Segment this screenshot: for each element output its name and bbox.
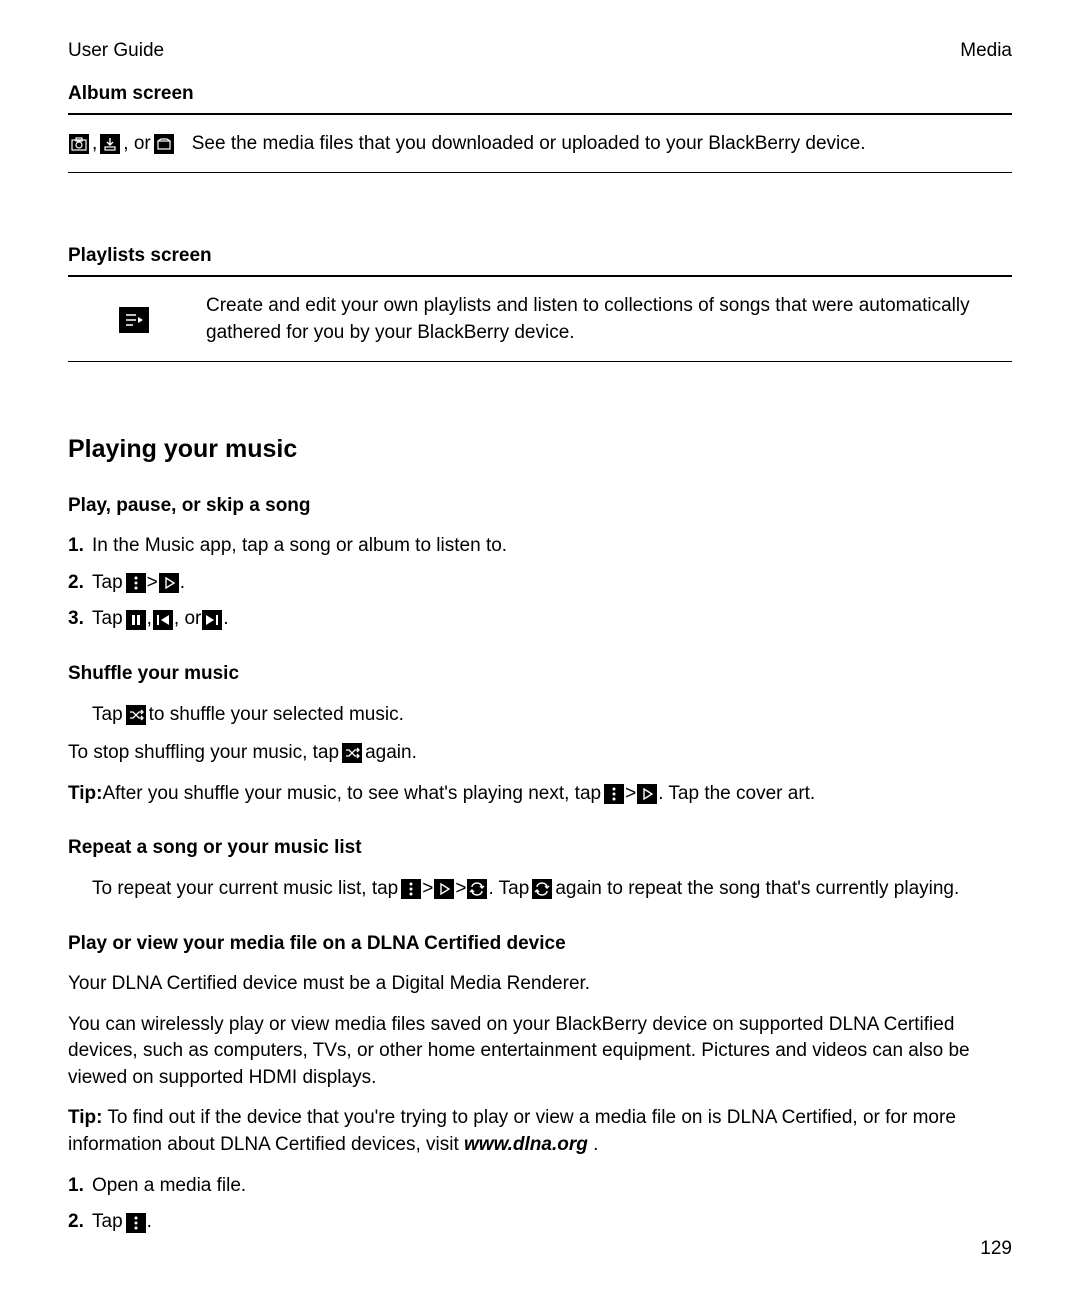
shuffle-line2: To stop shuffling your music, tap again. xyxy=(68,740,1012,767)
header-right: Media xyxy=(960,38,1012,65)
step-num: 1. xyxy=(68,1173,92,1200)
download-icon xyxy=(100,134,120,154)
play-pause-heading: Play, pause, or skip a song xyxy=(68,493,1012,520)
play-outline-icon xyxy=(637,784,657,804)
next-icon xyxy=(202,610,222,630)
dlna-p2: You can wirelessly play or view media fi… xyxy=(68,1012,1012,1092)
step-num: 2. xyxy=(68,570,92,597)
shuffle-tip: Tip: After you shuffle your music, to se… xyxy=(68,781,1012,808)
tip-label: Tip: xyxy=(68,1107,102,1128)
step-text: Open a media file. xyxy=(92,1173,246,1200)
playlists-row: Create and edit your own playlists and l… xyxy=(68,277,1012,360)
step-2: 2. Tap . xyxy=(68,1209,1012,1236)
step-2: 2. Tap > . xyxy=(68,570,1012,597)
step-1: 1. Open a media file. xyxy=(68,1173,1012,1200)
step-text: In the Music app, tap a song or album to… xyxy=(92,533,507,560)
shuffle-heading: Shuffle your music xyxy=(68,661,1012,688)
playlists-heading: Playlists screen xyxy=(68,243,1012,270)
playlist-icon-cell xyxy=(68,307,200,333)
camera-icon xyxy=(69,134,89,154)
sep-or: , or xyxy=(123,131,150,158)
dlna-heading: Play or view your media file on a DLNA C… xyxy=(68,931,1012,958)
dlna-p1: Your DLNA Certified device must be a Dig… xyxy=(68,971,1012,998)
album-desc: See the media files that you downloaded … xyxy=(178,131,1012,158)
more-icon xyxy=(401,879,421,899)
play-outline-icon xyxy=(434,879,454,899)
playlists-desc: Create and edit your own playlists and l… xyxy=(200,293,1012,346)
dlna-url: www.dlna.org xyxy=(464,1134,588,1155)
divider xyxy=(68,172,1012,173)
pause-icon xyxy=(126,610,146,630)
prev-icon xyxy=(153,610,173,630)
dlna-tip: Tip: To find out if the device that you'… xyxy=(68,1105,1012,1158)
repeat-line: To repeat your current music list, tap >… xyxy=(68,876,1012,903)
box-icon xyxy=(154,134,174,154)
playing-music-heading: Playing your music xyxy=(68,432,1012,467)
step-1: 1. In the Music app, tap a song or album… xyxy=(68,533,1012,560)
repeat-heading: Repeat a song or your music list xyxy=(68,835,1012,862)
tip-label: Tip: xyxy=(68,781,102,808)
more-icon xyxy=(126,573,146,593)
dlna-steps: 1. Open a media file. 2. Tap . xyxy=(68,1173,1012,1236)
step-text: Tap . xyxy=(92,1209,152,1236)
more-icon xyxy=(126,1213,146,1233)
step-num: 2. xyxy=(68,1209,92,1236)
step-num: 1. xyxy=(68,533,92,560)
step-num: 3. xyxy=(68,606,92,633)
header-left: User Guide xyxy=(68,38,164,65)
page-header: User Guide Media xyxy=(68,38,1012,65)
album-icons: , , or xyxy=(68,131,175,158)
playlists-section: Playlists screen Create and edit your ow… xyxy=(68,243,1012,362)
shuffle-icon xyxy=(342,743,362,763)
sep: , xyxy=(92,131,97,158)
shuffle-line1: Tap to shuffle your selected music. xyxy=(68,702,1012,729)
play-outline-icon xyxy=(159,573,179,593)
step-text: Tap , , or . xyxy=(92,606,229,633)
play-pause-steps: 1. In the Music app, tap a song or album… xyxy=(68,533,1012,633)
album-screen-heading: Album screen xyxy=(68,81,1012,108)
divider xyxy=(68,361,1012,362)
page-number: 129 xyxy=(980,1236,1012,1263)
step-3: 3. Tap , , or . xyxy=(68,606,1012,633)
step-text: Tap > . xyxy=(92,570,185,597)
playlist-icon xyxy=(119,307,149,333)
repeat-icon xyxy=(532,879,552,899)
shuffle-icon xyxy=(126,705,146,725)
more-icon xyxy=(604,784,624,804)
album-row: , , or See the media files that you down… xyxy=(68,115,1012,172)
repeat-icon xyxy=(467,879,487,899)
